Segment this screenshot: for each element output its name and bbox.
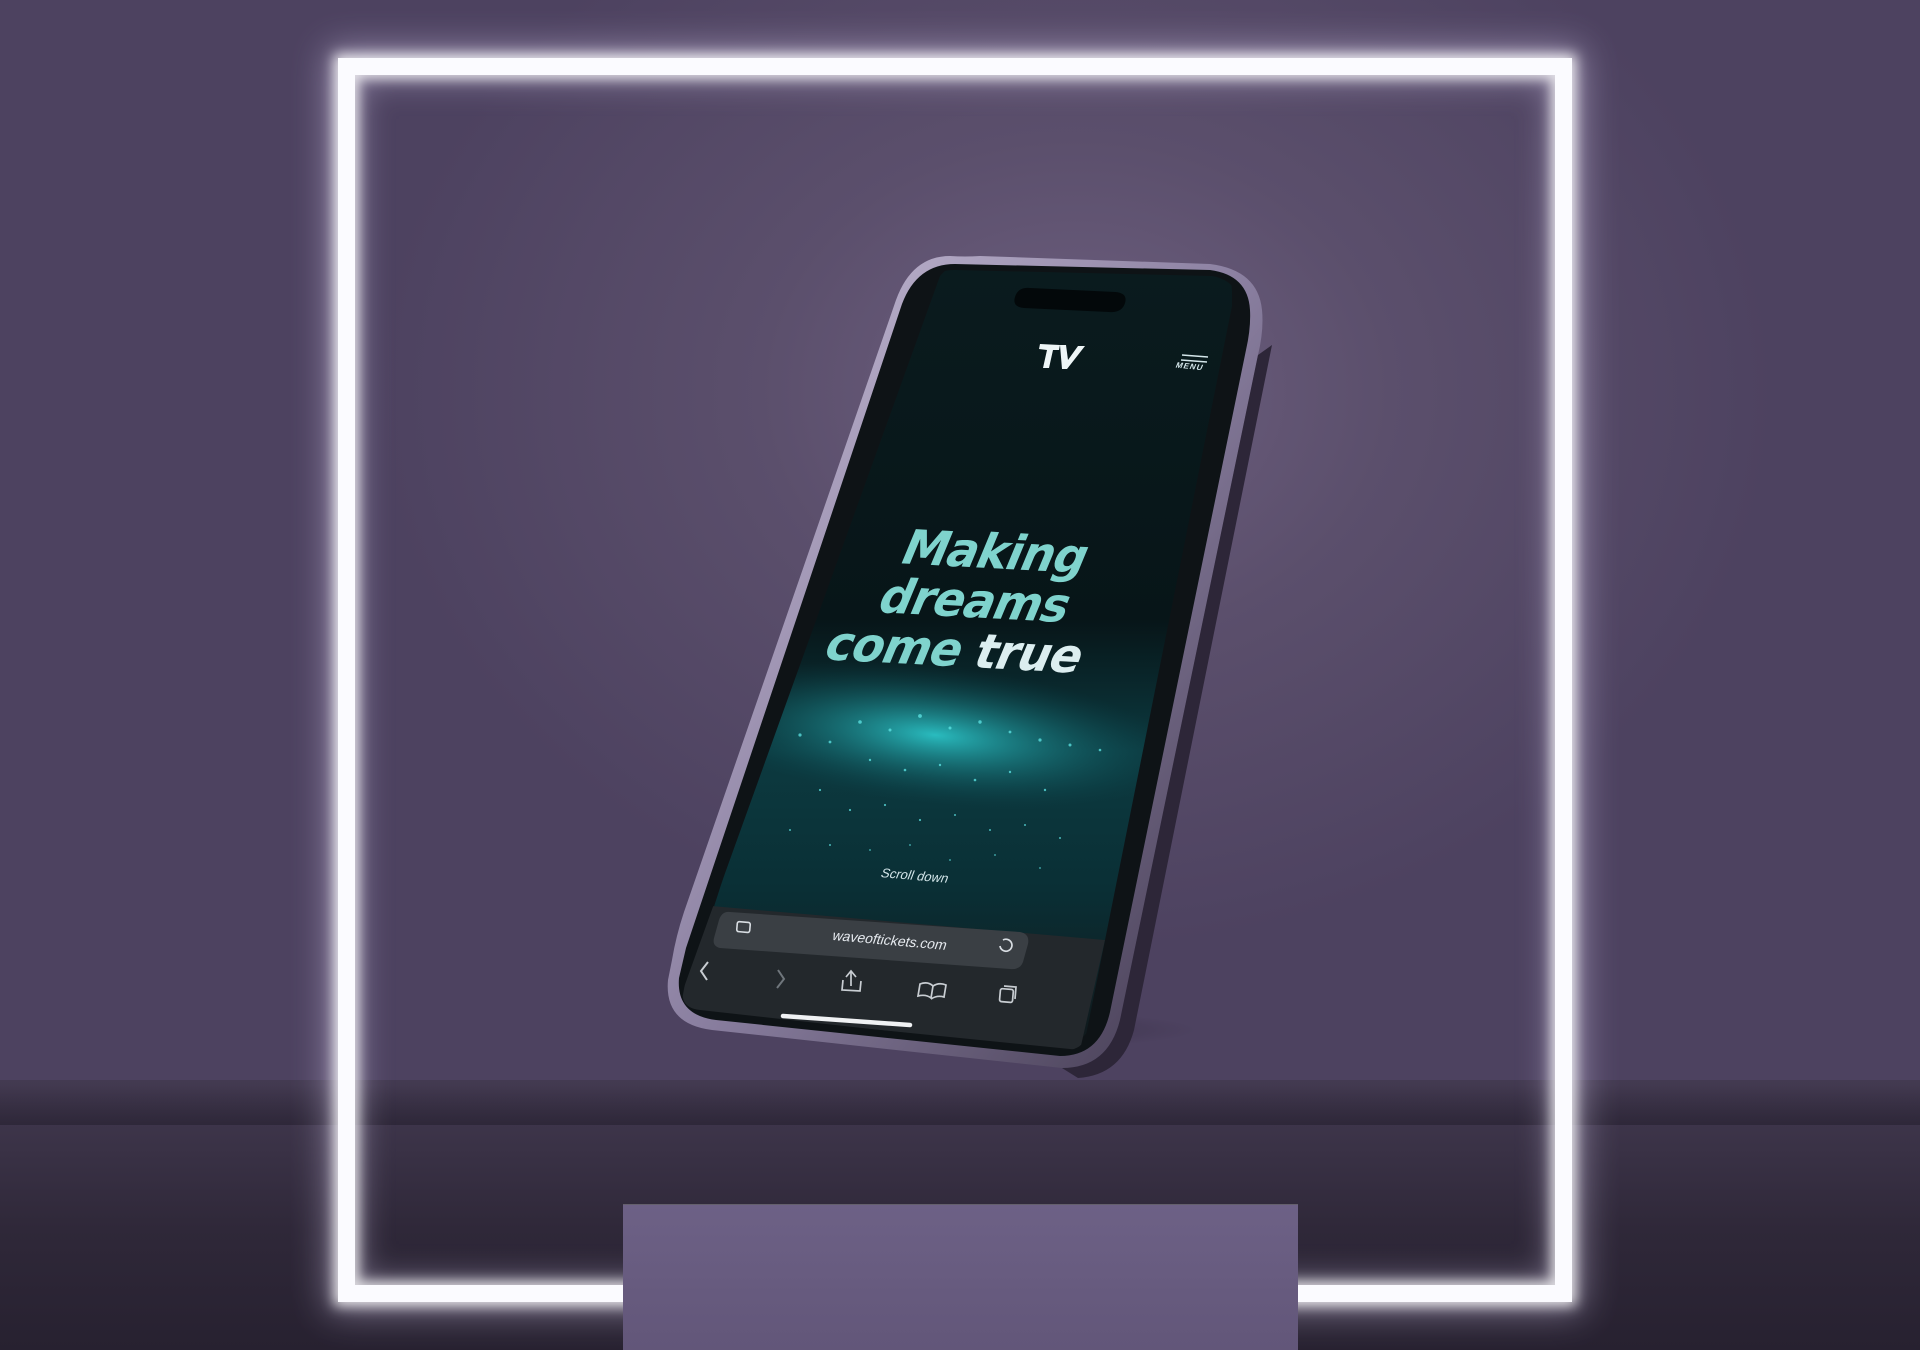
headline-line-3-accent: true — [965, 624, 1094, 685]
hero-headline: Making dreams come true — [783, 519, 1167, 685]
headline-line-3-part-1: come — [816, 616, 974, 679]
